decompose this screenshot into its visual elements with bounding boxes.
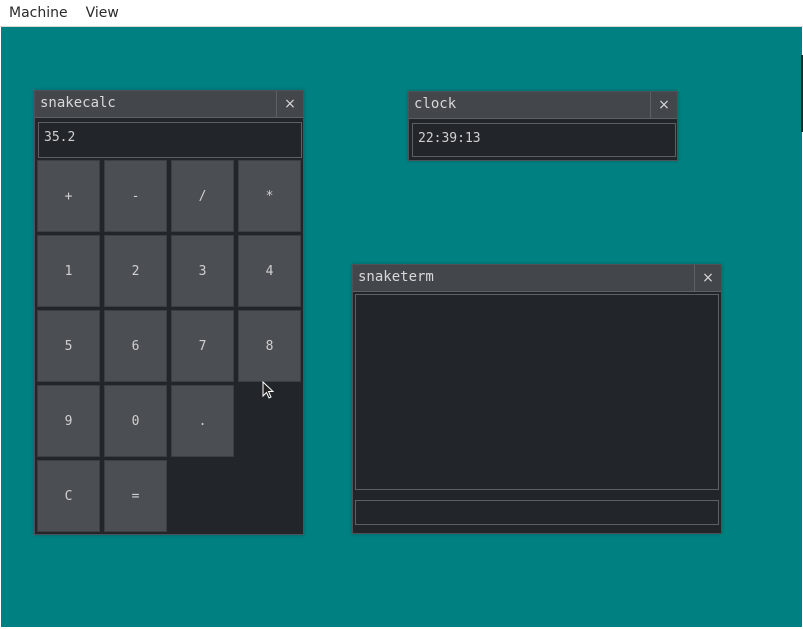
window-title: snaketerm — [358, 269, 434, 285]
terminal-output — [355, 294, 719, 490]
mouse-cursor-icon — [262, 381, 274, 399]
clock-time-display: 22:39:13 — [412, 123, 676, 157]
key-5[interactable]: 5 — [37, 310, 100, 382]
key-minus[interactable]: - — [104, 160, 167, 232]
key-clear[interactable]: C — [37, 460, 100, 532]
key-7[interactable]: 7 — [171, 310, 234, 382]
calculator-display: 35.2 — [38, 122, 302, 158]
terminal-titlebar[interactable]: snaketerm × — [353, 265, 721, 292]
key-2[interactable]: 2 — [104, 235, 167, 307]
menu-view[interactable]: View — [77, 5, 128, 21]
key-1[interactable]: 1 — [37, 235, 100, 307]
terminal-input[interactable] — [355, 500, 719, 525]
key-4[interactable]: 4 — [238, 235, 301, 307]
key-decimal[interactable]: . — [171, 385, 234, 457]
window-title: clock — [414, 96, 457, 112]
menu-bar: Machine View — [0, 0, 803, 27]
key-9[interactable]: 9 — [37, 385, 100, 457]
close-button[interactable]: × — [276, 91, 303, 117]
key-3[interactable]: 3 — [171, 235, 234, 307]
close-button[interactable]: × — [694, 265, 721, 291]
calculator-window: snakecalc × 35.2 + - / * 1 2 3 4 5 6 7 8… — [34, 90, 304, 535]
key-6[interactable]: 6 — [104, 310, 167, 382]
close-button[interactable]: × — [650, 92, 677, 118]
key-8[interactable]: 8 — [238, 310, 301, 382]
clock-window: clock × 22:39:13 — [408, 91, 678, 161]
key-multiply[interactable]: * — [238, 160, 301, 232]
key-divide[interactable]: / — [171, 160, 234, 232]
key-plus[interactable]: + — [37, 160, 100, 232]
key-0[interactable]: 0 — [104, 385, 167, 457]
menu-machine[interactable]: Machine — [0, 5, 77, 21]
window-title: snakecalc — [40, 95, 116, 111]
key-equals[interactable]: = — [104, 460, 167, 532]
clock-titlebar[interactable]: clock × — [409, 92, 677, 119]
terminal-window: snaketerm × — [352, 264, 722, 534]
calculator-titlebar[interactable]: snakecalc × — [35, 91, 303, 118]
